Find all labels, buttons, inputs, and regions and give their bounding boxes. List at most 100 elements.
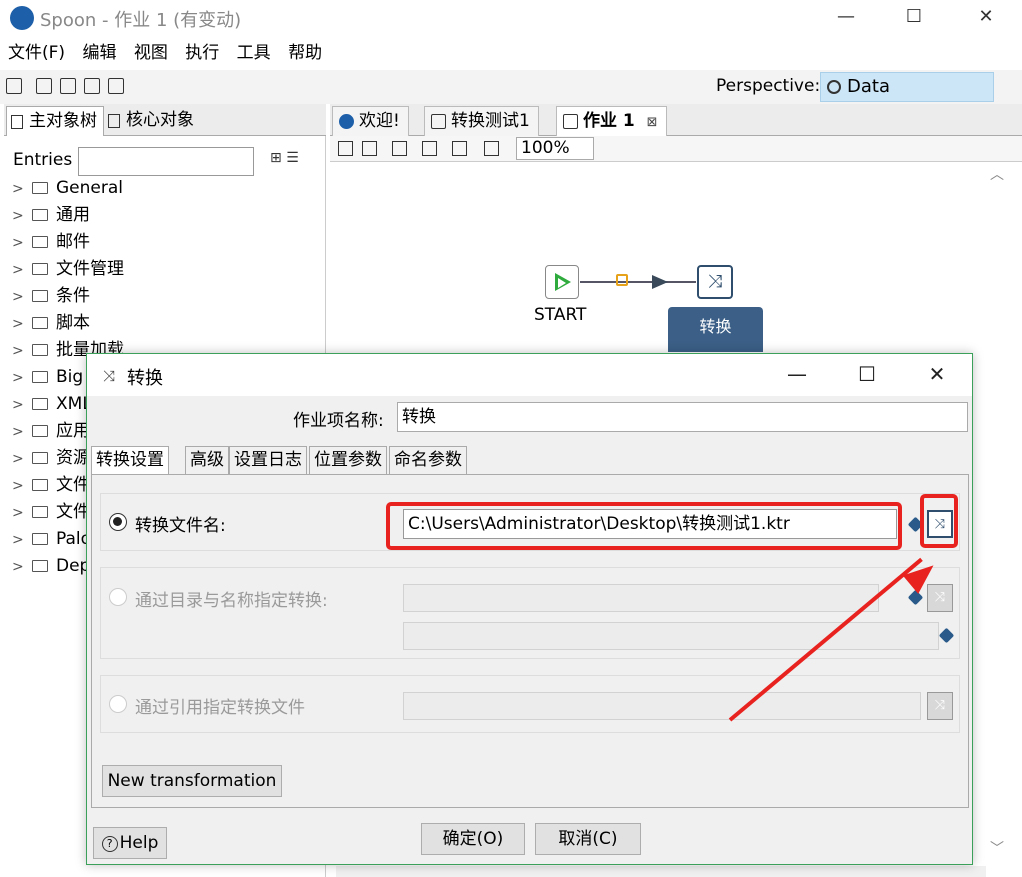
run-icon[interactable]: [338, 141, 353, 156]
chevron-right-icon: >: [12, 316, 24, 332]
tab-close-icon[interactable]: ⊠: [647, 115, 658, 130]
start-node[interactable]: [545, 265, 579, 299]
tree-item-file-management[interactable]: > 文件管理: [12, 256, 124, 283]
transformation-icon: ⤨: [707, 271, 723, 292]
minimize-button[interactable]: —: [826, 4, 866, 32]
chevron-right-icon: >: [12, 370, 24, 386]
expand-all-icon[interactable]: ⊞: [270, 150, 282, 166]
scroll-down-icon[interactable]: ﹀: [990, 838, 1004, 858]
tab-named-params[interactable]: 命名参数: [389, 446, 467, 474]
open-file-icon[interactable]: [36, 78, 52, 94]
run-options-icon[interactable]: [392, 141, 407, 156]
entries-label: Entries: [13, 150, 73, 170]
menu-help[interactable]: 帮助: [288, 38, 322, 68]
chevron-right-icon: >: [12, 181, 24, 197]
tree-item-mail[interactable]: > 邮件: [12, 229, 90, 256]
tab-positional-args[interactable]: 位置参数: [309, 446, 387, 474]
group-by-reference: 通过引用指定转换文件 ⤨: [100, 675, 960, 733]
transformation-node[interactable]: ⤨: [697, 265, 733, 299]
impact-icon[interactable]: [452, 141, 467, 156]
chevron-right-icon: >: [12, 424, 24, 440]
tab-core-objects[interactable]: 核心对象: [104, 106, 200, 136]
left-tabs: 主对象树 核心对象: [4, 104, 326, 136]
stop-icon[interactable]: [362, 141, 377, 156]
hop-line[interactable]: [580, 281, 696, 283]
sql-icon[interactable]: [484, 141, 499, 156]
data-integration-icon: [827, 80, 841, 94]
horizontal-scrollbar[interactable]: [336, 866, 986, 877]
menu-tools[interactable]: 工具: [237, 38, 271, 68]
folder-icon: [32, 317, 48, 329]
variable-icon[interactable]: [938, 627, 955, 644]
tab-welcome[interactable]: 欢迎!: [332, 106, 409, 136]
variable-icon[interactable]: [907, 589, 924, 606]
tree-item-scripting[interactable]: > 脚本: [12, 310, 90, 337]
folder-icon: [32, 560, 48, 572]
transformation-node-popup[interactable]: 转换: [668, 307, 763, 352]
menu-view[interactable]: 视图: [134, 38, 168, 68]
spoon-app-icon: [10, 6, 34, 30]
entry-name-input[interactable]: 转换: [397, 402, 968, 432]
help-button[interactable]: ? Help: [93, 827, 167, 859]
browse-reference-button[interactable]: ⤨: [927, 692, 953, 720]
maximize-button[interactable]: ☐: [894, 4, 934, 32]
browse-directory-button[interactable]: ⤨: [927, 584, 953, 612]
menu-run[interactable]: 执行: [185, 38, 219, 68]
dialog-maximize-button[interactable]: ☐: [847, 362, 887, 388]
close-button[interactable]: ✕: [966, 4, 1006, 32]
save-as-icon[interactable]: [108, 78, 124, 94]
folder-icon: [32, 452, 48, 464]
new-file-icon[interactable]: [6, 78, 22, 94]
help-icon: ?: [101, 836, 118, 852]
main-toolbar: Perspective: Data Integration: [0, 70, 1022, 125]
radio-by-directory[interactable]: [109, 588, 127, 606]
tree-item-common[interactable]: > 通用: [12, 202, 90, 229]
tab-advanced[interactable]: 高级: [185, 446, 229, 474]
transformation-name-input[interactable]: [403, 622, 939, 650]
check-icon[interactable]: [422, 141, 437, 156]
tree-tools: ⊞ ☰: [270, 150, 299, 166]
tree-item-conditions[interactable]: > 条件: [12, 283, 90, 310]
cancel-button[interactable]: 取消(C): [535, 823, 641, 855]
radio-by-filename[interactable]: [109, 513, 127, 531]
radio-by-reference[interactable]: [109, 695, 127, 713]
reference-input[interactable]: [403, 692, 921, 720]
chevron-right-icon: >: [12, 505, 24, 521]
tab-main-tree[interactable]: 主对象树: [6, 106, 104, 136]
chevron-right-icon: >: [12, 559, 24, 575]
tree-item-xml[interactable]: > XML: [12, 391, 92, 418]
collapse-all-icon[interactable]: ☰: [286, 150, 299, 166]
chevron-right-icon: >: [12, 235, 24, 251]
tab-logging[interactable]: 设置日志: [229, 446, 307, 474]
job-icon: [563, 114, 578, 129]
dialog-tabs: 转换设置 高级 设置日志 位置参数 命名参数: [91, 446, 969, 474]
scroll-up-icon[interactable]: ︿: [990, 164, 1004, 184]
by-directory-label: 通过目录与名称指定转换:: [135, 591, 328, 611]
tab-transformation-test1[interactable]: 转换测试1: [424, 106, 539, 136]
tab-job-1[interactable]: 作业 1 ⊠: [556, 106, 667, 136]
directory-input[interactable]: [403, 584, 879, 612]
dialog-close-button[interactable]: ✕: [917, 362, 957, 388]
perspective-label: Perspective:: [716, 76, 821, 96]
editor-tabs: 欢迎! 转换测试1 作业 1 ⊠: [330, 104, 1022, 136]
menu-edit[interactable]: 编辑: [82, 38, 116, 68]
save-icon[interactable]: [84, 78, 100, 94]
tree-item-general[interactable]: > General: [12, 175, 123, 202]
tree-item-palo[interactable]: > Palo: [12, 526, 91, 553]
explore-repository-icon[interactable]: [60, 78, 76, 94]
transformation-dialog: ⤨ 转换 — ☐ ✕ 作业项名称: 转换 转换设置 高级 设置日志 位置参数 命…: [86, 353, 973, 865]
perspective-data-integration-button[interactable]: Data Integration: [820, 72, 994, 125]
zoom-select[interactable]: 100% ⌄: [516, 137, 594, 179]
folder-icon: [32, 479, 48, 491]
folder-icon: [32, 533, 48, 545]
new-transformation-button[interactable]: New transformation: [102, 765, 282, 797]
dialog-minimize-button[interactable]: —: [777, 362, 817, 388]
folder-icon: [32, 209, 48, 221]
ok-button[interactable]: 确定(O): [421, 823, 525, 855]
tree-item-utility[interactable]: > 应用: [12, 418, 90, 445]
transformation-icon: [431, 114, 446, 129]
tab-transformation-settings[interactable]: 转换设置: [91, 446, 169, 474]
menu-file[interactable]: 文件(F): [8, 38, 65, 68]
lock-icon: [616, 274, 628, 286]
entries-search-input[interactable]: [78, 147, 254, 176]
